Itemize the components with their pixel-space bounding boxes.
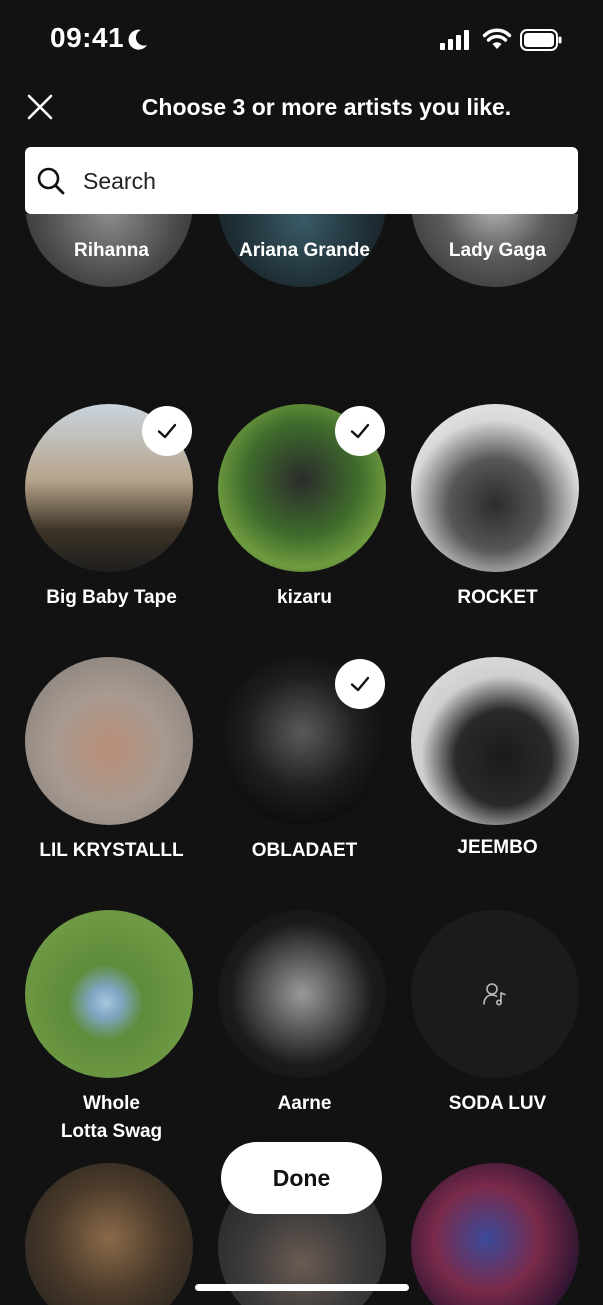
status-time: 09:41 [50,22,125,53]
search-bar[interactable] [25,147,578,214]
selected-check-icon [335,659,385,709]
page-title: Choose 3 or more artists you like. [141,94,512,120]
search-icon [37,167,65,195]
home-indicator [195,1284,409,1291]
battery-icon [520,29,562,51]
done-button[interactable]: Done [221,1142,382,1214]
search-input[interactable] [81,157,565,205]
artist-photo [25,910,193,1078]
moon-icon [128,29,147,50]
status-bar: 09:41 [0,0,603,80]
artist-name-line: Lotta Swag [60,1121,163,1142]
artist-name-line: Whole [83,1093,140,1114]
artist-name: Rihanna [74,240,149,261]
artist-name: LIL KRYSTALLL [39,840,184,861]
artist-name: JEEMBO [457,837,538,858]
artist-photo [218,910,386,1078]
artist-name: Big Baby Tape [46,587,177,608]
artist-name: Whole Lotta Swag [15,1090,208,1146]
artist-name: Lady Gaga [448,240,547,261]
artist-name: OBLADAET [251,840,358,861]
selected-check-icon [335,406,385,456]
artist-name: Ariana Grande [239,240,370,261]
artist-name: Aarne [277,1093,332,1114]
artist-name: SODA LUV [448,1093,547,1114]
artist-photo [25,657,193,825]
close-icon[interactable] [26,93,54,121]
artist-name: ROCKET [457,587,538,608]
artist-photo [411,1163,579,1305]
artist-name: kizaru [277,587,332,608]
cellular-signal-icon [440,30,469,50]
header: Choose 3 or more artists you like. [0,80,603,140]
user-music-icon [483,983,506,1006]
artist-photo-placeholder [411,910,579,1078]
wifi-icon [482,28,512,49]
artist-photo [25,1163,193,1305]
selected-check-icon [142,406,192,456]
artist-photo [411,657,579,825]
artist-photo [411,404,579,572]
